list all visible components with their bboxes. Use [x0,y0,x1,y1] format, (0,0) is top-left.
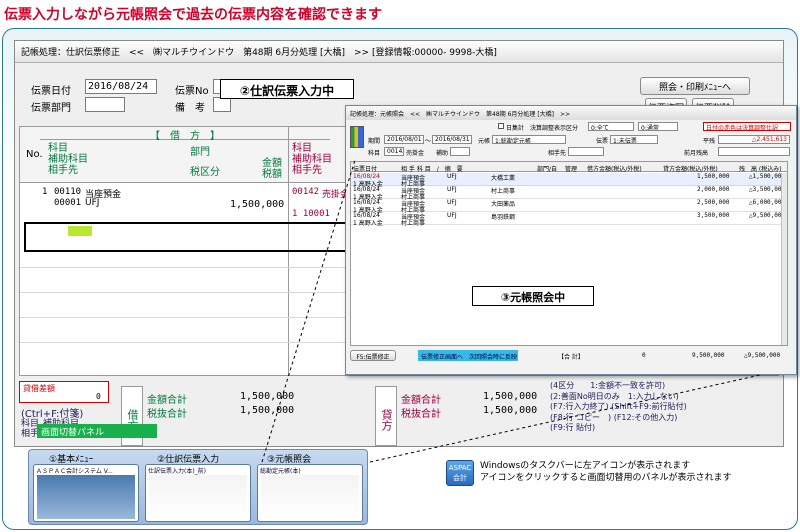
taskbar-note-line: Windowsのタスクバーに左アイコンが表示されます [480,461,691,471]
aspac-icon[interactable]: ASPAC 会計 [446,460,474,486]
taskbar-note-line: アイコンをクリックすると画面切替用のパネルが表示されます [480,473,732,483]
connector-lines [261,159,761,463]
taskbar-note: Windowsのタスクバーに左アイコンが表示されます アイコンをクリックすると画… [480,460,732,484]
